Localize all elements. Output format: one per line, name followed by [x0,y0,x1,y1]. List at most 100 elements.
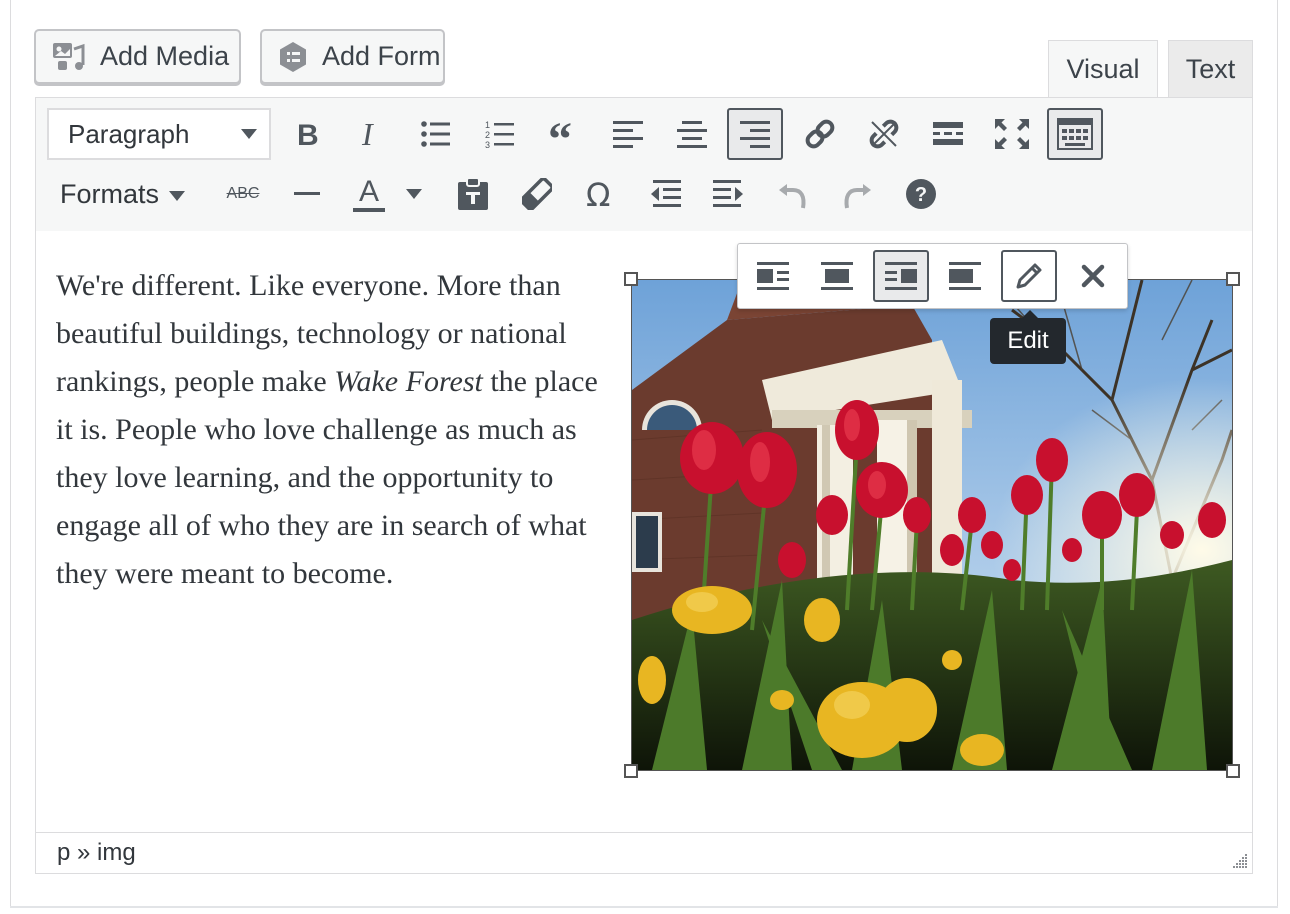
editor-paragraph[interactable]: We're different. Like everyone. More tha… [56,262,616,598]
align-none-icon [949,262,981,290]
resize-grip-icon[interactable] [1232,853,1248,869]
element-path[interactable]: p » img [57,839,136,867]
image-align-center-button[interactable] [809,250,865,302]
svg-text:3: 3 [485,140,490,148]
align-right-icon [740,121,770,148]
outdent-icon [651,180,681,207]
align-left-icon [757,262,789,290]
close-icon [1081,264,1105,288]
bold-icon: B [297,119,319,149]
add-form-button[interactable]: Add Form [260,29,445,84]
strikethrough-button[interactable]: ABC [216,168,270,220]
align-left-icon [613,121,643,148]
blockquote-button[interactable]: “ [537,108,591,160]
editor-frame-right [1277,0,1278,908]
align-center-icon [821,262,853,290]
svg-text:1: 1 [485,120,490,130]
editor-frame-left [10,0,11,908]
align-left-button[interactable] [601,108,655,160]
horizontal-line-icon [294,192,320,195]
image-align-right-button[interactable] [873,250,929,302]
tab-visual[interactable]: Visual [1048,40,1158,98]
paragraph-text-end: the place it is. People who love challen… [56,365,598,590]
add-form-label: Add Form [322,41,441,71]
resize-handle-bottom-left[interactable] [624,764,638,778]
svg-text:?: ? [915,184,927,206]
indent-button[interactable] [702,168,756,220]
align-right-button[interactable] [727,108,783,160]
numbered-list-button[interactable]: 1 2 3 [473,108,527,160]
toolbar-toggle-button[interactable] [1047,108,1103,160]
resize-handle-bottom-right[interactable] [1226,764,1240,778]
tab-visual-label: Visual [1066,53,1140,84]
svg-text:I: I [361,119,374,149]
indent-icon [713,180,743,207]
remove-link-icon [869,119,899,149]
text-color-dropdown[interactable] [394,168,434,220]
toolbar-toggle-icon [1057,118,1093,150]
tooltip-label: Edit [1007,327,1049,354]
italic-icon: I [361,119,374,149]
align-center-icon [677,121,707,148]
tulip-photo [632,280,1232,770]
numbered-list-icon: 1 2 3 [485,120,514,148]
undo-button[interactable] [766,168,820,220]
image-align-left-button[interactable] [745,250,801,302]
bold-button[interactable]: B [281,108,335,160]
selected-image[interactable] [631,279,1233,771]
chevron-down-icon [241,129,257,139]
image-edit-button[interactable] [1001,250,1057,302]
clear-formatting-icon [522,178,552,210]
chevron-down-icon [406,189,422,199]
text-color-button[interactable]: A [344,168,394,220]
paste-as-text-icon [458,178,488,210]
remove-link-button[interactable] [857,108,911,160]
form-icon [280,41,306,72]
bullet-list-button[interactable] [409,108,463,160]
redo-button[interactable] [830,168,884,220]
chevron-down-icon [169,191,186,201]
insert-link-icon [805,119,835,149]
align-center-button[interactable] [665,108,719,160]
format-select-value: Paragraph [68,118,190,149]
resize-handle-top-right[interactable] [1226,272,1240,286]
image-toolbar [737,243,1128,309]
media-icon [53,42,85,70]
edit-icon [1016,263,1042,289]
tab-text[interactable]: Text [1168,40,1253,98]
italic-button[interactable]: I [345,108,399,160]
editor-toolbar: Paragraph B I 1 2 3 “ [35,97,1253,232]
svg-text:B: B [297,119,319,149]
svg-text:2: 2 [485,130,490,140]
text-color-icon: A [352,176,385,212]
tab-text-label: Text [1185,53,1236,84]
resize-handle-top-left[interactable] [624,272,638,286]
special-character-button[interactable]: Ω [574,168,628,220]
svg-text:Ω: Ω [586,179,610,209]
image-remove-button[interactable] [1065,250,1121,302]
read-more-icon [933,122,963,145]
paste-as-text-button[interactable] [446,168,500,220]
special-character-icon: Ω [586,179,610,209]
paragraph-format-select[interactable]: Paragraph [47,108,271,160]
help-button[interactable]: ? [894,168,948,220]
outdent-button[interactable] [638,168,692,220]
fullscreen-button[interactable] [985,108,1039,160]
insert-link-button[interactable] [793,108,847,160]
add-media-button[interactable]: Add Media [34,29,241,84]
strikethrough-icon: ABC [226,185,260,202]
editor-statusbar: p » img [35,832,1253,874]
blockquote-icon: “ [548,121,572,147]
formats-menu[interactable]: Formats [60,172,186,216]
edit-tooltip: Edit [990,310,1066,364]
formats-menu-label: Formats [60,178,160,209]
svg-text:“: “ [548,121,572,147]
read-more-button[interactable] [921,108,975,160]
italic-text: Wake Forest [334,365,483,398]
undo-icon [779,184,806,209]
image-align-none-button[interactable] [937,250,993,302]
align-right-icon [885,262,917,290]
add-media-label: Add Media [100,41,230,71]
clear-formatting-button[interactable] [510,168,564,220]
horizontal-line-button[interactable] [280,168,334,220]
